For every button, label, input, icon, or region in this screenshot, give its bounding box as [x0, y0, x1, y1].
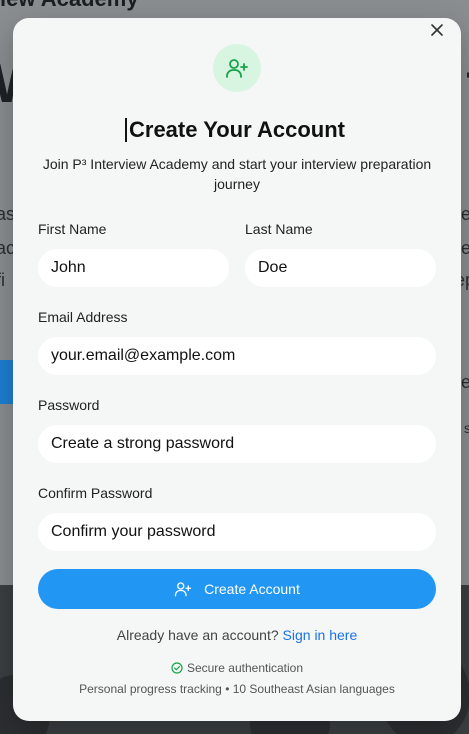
signin-row: Already have an account? Sign in here — [13, 627, 461, 643]
last-name-label: Last Name — [245, 221, 313, 237]
first-name-label: First Name — [38, 221, 107, 237]
close-button[interactable] — [427, 20, 447, 40]
first-name-input[interactable]: John — [38, 249, 229, 287]
user-plus-icon — [174, 582, 192, 597]
secure-auth-text: Secure authentication — [186, 661, 304, 675]
background-text-fragment: s — [464, 420, 469, 436]
email-field[interactable]: your.email@example.com — [38, 337, 436, 375]
confirm-password-field[interactable]: Confirm your password — [38, 513, 436, 551]
header-icon-badge — [213, 44, 261, 92]
signup-modal: Create Your Account Join P³ Interview Ac… — [13, 18, 461, 721]
create-account-button[interactable]: Create Account — [38, 569, 436, 609]
signin-link[interactable]: Sign in here — [283, 627, 358, 643]
secure-auth-row: Secure authentication — [13, 661, 461, 675]
last-name-input[interactable]: Doe — [245, 249, 436, 287]
background-text-fragment: e — [460, 204, 469, 224]
background-text-fragment: e — [460, 238, 469, 258]
password-field[interactable]: Create a strong password — [38, 425, 436, 463]
create-account-label: Create Account — [204, 581, 300, 597]
background-text-fragment: fi — [0, 270, 5, 290]
password-label: Password — [38, 397, 100, 413]
user-plus-icon — [226, 59, 248, 78]
page-title: Create Your Account — [129, 117, 345, 142]
email-label: Email Address — [38, 309, 128, 325]
background-header-text: iew Academy — [0, 0, 139, 12]
footer-note: Personal progress tracking • 10 Southeas… — [79, 682, 395, 696]
close-icon — [431, 24, 443, 36]
page-subtitle: Join P³ Interview Academy and start your… — [42, 156, 432, 192]
background-button-edge — [0, 360, 14, 404]
check-circle-icon — [171, 662, 183, 674]
background-text-fragment: e — [460, 372, 469, 392]
confirm-password-label: Confirm Password — [38, 485, 153, 501]
signin-prompt: Already have an account? — [116, 627, 279, 643]
